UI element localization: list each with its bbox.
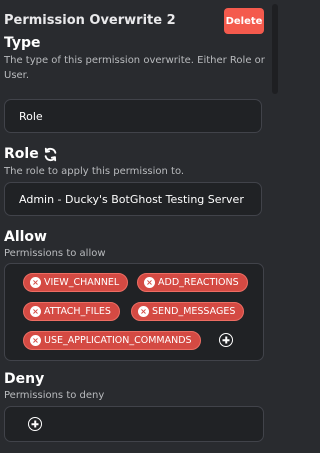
role-select[interactable]: Admin - Ducky's BotGhost Testing Server [4, 182, 262, 216]
close-circle-icon[interactable]: × [30, 335, 41, 346]
allow-tag-label: USE_APPLICATION_COMMANDS [44, 335, 192, 346]
deny-description: Permissions to deny [4, 390, 105, 401]
allow-description: Permissions to allow [4, 248, 106, 259]
overwrite-title: Permission Overwrite 2 [4, 13, 176, 28]
allow-tag-label: SEND_MESSAGES [152, 306, 236, 317]
delete-button[interactable]: Delete [224, 8, 264, 34]
allow-tag[interactable]: × SEND_MESSAGES [131, 302, 245, 321]
allow-heading-label: Allow [4, 229, 47, 245]
allow-tag[interactable]: × ADD_REACTIONS [137, 273, 248, 292]
allow-tag[interactable]: × ATTACH_FILES [23, 302, 120, 321]
type-heading: Type [4, 35, 41, 51]
deny-heading: Deny [4, 371, 44, 387]
allow-tag-label: ADD_REACTIONS [158, 277, 239, 288]
allow-permissions-box[interactable]: × VIEW_CHANNEL × ADD_REACTIONS × ATTACH_… [4, 263, 264, 361]
allow-heading: Allow [4, 229, 47, 245]
deny-permissions-box[interactable] [4, 406, 264, 442]
refresh-icon[interactable] [43, 147, 58, 162]
role-description: The role to apply this permission to. [4, 166, 185, 177]
type-heading-label: Type [4, 35, 41, 51]
overwrite-header: Permission Overwrite 2 Delete [4, 8, 276, 40]
add-allow-permission-icon[interactable] [219, 333, 233, 347]
allow-tag[interactable]: × VIEW_CHANNEL [23, 273, 129, 292]
close-circle-icon[interactable]: × [138, 306, 149, 317]
add-deny-permission-icon[interactable] [28, 417, 42, 431]
type-select[interactable]: Role [4, 99, 262, 133]
role-heading: Role [4, 146, 58, 162]
allow-tag[interactable]: × USE_APPLICATION_COMMANDS [23, 331, 201, 350]
close-circle-icon[interactable]: × [144, 277, 155, 288]
close-circle-icon[interactable]: × [30, 306, 41, 317]
role-heading-label: Role [4, 146, 39, 162]
close-circle-icon[interactable]: × [30, 277, 41, 288]
allow-tag-label: ATTACH_FILES [44, 306, 111, 317]
scrollbar-thumb[interactable] [272, 4, 278, 94]
allow-tag-label: VIEW_CHANNEL [44, 277, 120, 288]
scrollbar[interactable] [270, 0, 280, 453]
type-description: The type of this permission overwrite. E… [4, 55, 265, 81]
deny-heading-label: Deny [4, 371, 45, 387]
